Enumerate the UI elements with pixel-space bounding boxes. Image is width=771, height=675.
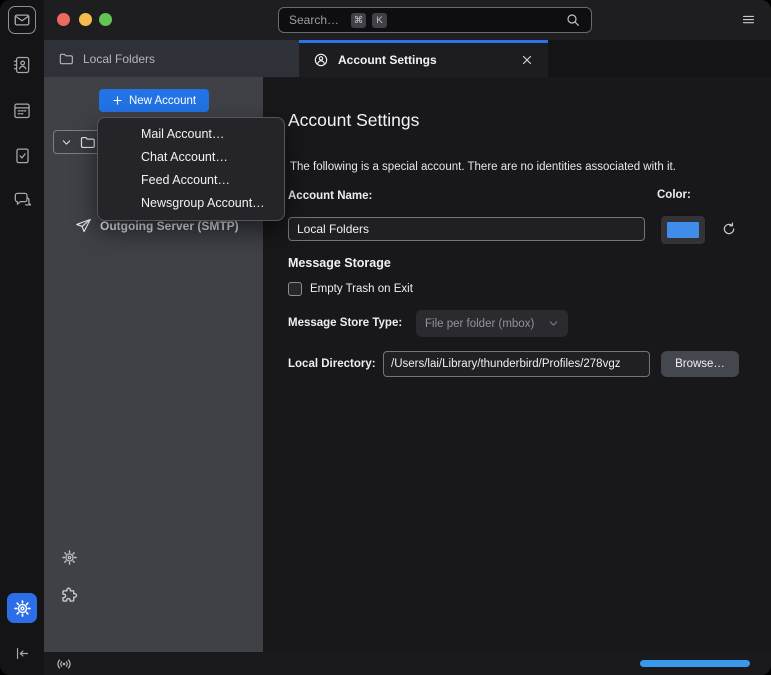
cmd-key-badge: ⌘	[351, 12, 367, 28]
mail-icon	[13, 11, 31, 29]
outgoing-server-icon	[75, 217, 92, 234]
new-account-button[interactable]: New Account	[99, 89, 209, 112]
color-label: Color:	[657, 189, 691, 201]
local-directory-label: Local Directory:	[288, 358, 376, 370]
chat-space-button[interactable]	[8, 186, 36, 214]
menu-item-newsgroup-account[interactable]: Newsgroup Account…	[98, 192, 284, 215]
window-minimize-button[interactable]	[79, 13, 92, 26]
window-zoom-button[interactable]	[99, 13, 112, 26]
new-account-label: New Account	[128, 94, 197, 107]
account-settings-gear-button[interactable]	[61, 549, 78, 566]
undo-arrow-icon	[721, 221, 737, 237]
message-storage-heading: Message Storage	[288, 256, 391, 270]
spaces-toolbar	[0, 0, 44, 675]
account-settings-pane: Account Settings The following is a spec…	[263, 77, 771, 652]
empty-trash-row: Empty Trash on Exit	[288, 282, 413, 296]
page-title: Account Settings	[288, 110, 420, 130]
chat-icon	[12, 190, 32, 210]
reset-color-button[interactable]	[721, 221, 737, 237]
settings-space-button[interactable]	[7, 593, 37, 623]
close-tab-icon[interactable]	[520, 53, 534, 67]
address-book-space-button[interactable]	[8, 51, 36, 79]
store-type-value: File per folder (mbox)	[425, 317, 535, 330]
collapse-left-icon	[14, 645, 31, 662]
menu-item-feed-account[interactable]: Feed Account…	[98, 169, 284, 192]
hamburger-icon	[740, 12, 757, 27]
k-key-badge: K	[372, 12, 388, 28]
status-bar	[44, 652, 771, 675]
color-swatch-fill	[667, 222, 699, 238]
search-icon	[565, 12, 581, 28]
store-type-select[interactable]: File per folder (mbox)	[416, 310, 568, 337]
menu-item-chat-account[interactable]: Chat Account…	[98, 146, 284, 169]
collapse-spaces-button[interactable]	[8, 639, 36, 667]
calendar-space-button[interactable]	[8, 96, 36, 124]
empty-trash-checkbox[interactable]	[288, 282, 302, 296]
tab-bar: Local Folders Account Settings	[44, 40, 771, 77]
address-book-icon	[12, 55, 32, 75]
plus-icon	[112, 95, 123, 106]
network-broadcast-icon	[54, 654, 74, 674]
folder-icon	[79, 134, 96, 151]
chevron-down-icon[interactable]	[61, 137, 72, 148]
progress-bar	[640, 660, 750, 667]
store-type-label: Message Store Type:	[288, 317, 403, 329]
menu-item-mail-account[interactable]: Mail Account…	[98, 123, 284, 146]
tab-local-folders[interactable]: Local Folders	[44, 40, 299, 77]
gear-icon	[13, 599, 32, 618]
special-account-description: The following is a special account. Ther…	[290, 161, 676, 173]
account-settings-icon	[313, 52, 329, 68]
thunderbird-window: Search… ⌘ K Local Folders Account Settin…	[0, 0, 771, 675]
app-menu-button[interactable]	[740, 12, 757, 27]
calendar-icon	[12, 100, 32, 120]
addons-button[interactable]	[59, 586, 80, 607]
search-input[interactable]: Search… ⌘ K	[278, 7, 592, 33]
new-account-menu: Mail Account… Chat Account… Feed Account…	[97, 117, 285, 221]
window-close-button[interactable]	[57, 13, 70, 26]
search-placeholder: Search…	[289, 13, 340, 27]
browse-button[interactable]: Browse…	[661, 351, 739, 377]
titlebar: Search… ⌘ K	[44, 0, 771, 40]
local-directory-input[interactable]	[383, 351, 650, 377]
tasks-icon	[13, 146, 32, 165]
mail-space-button[interactable]	[8, 6, 36, 34]
gear-icon	[61, 549, 78, 566]
account-name-input[interactable]	[288, 217, 645, 241]
account-name-label: Account Name:	[288, 190, 373, 202]
tab-label: Local Folders	[83, 51, 156, 66]
folder-icon	[58, 51, 74, 67]
tasks-space-button[interactable]	[8, 141, 36, 169]
tab-account-settings[interactable]: Account Settings	[299, 40, 548, 77]
empty-trash-label: Empty Trash on Exit	[310, 283, 413, 295]
tab-label: Account Settings	[338, 53, 437, 67]
puzzle-piece-icon	[59, 586, 80, 607]
chevron-down-icon	[548, 318, 559, 329]
account-color-swatch[interactable]	[660, 215, 706, 245]
